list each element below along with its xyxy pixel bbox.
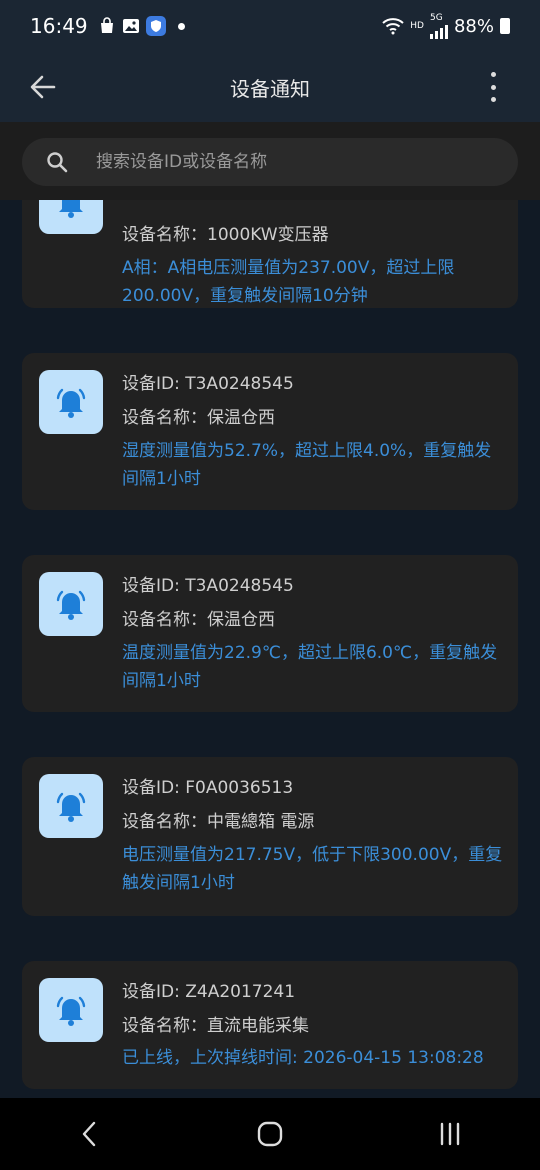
nav-back-icon <box>82 1121 96 1147</box>
alert-tile <box>39 200 103 234</box>
status-time: 16:49 <box>30 14 88 38</box>
nav-recents-icon <box>440 1122 460 1146</box>
alert-tile <box>39 370 103 434</box>
system-nav-bar <box>0 1098 540 1170</box>
bell-icon <box>56 996 86 1026</box>
device-id: 设备ID: T3A0248545 <box>122 374 294 394</box>
notification-card[interactable]: 设备ID: T3A0248545 设备名称：保温仓西 温度测量值为22.9℃，超… <box>22 555 518 712</box>
nav-home-button[interactable] <box>240 1104 300 1164</box>
arrow-left-icon <box>30 75 56 99</box>
notification-message: 温度测量值为22.9℃，超过上限6.0℃，重复触发间隔1小时 <box>122 643 498 691</box>
device-name: 设备名称：保温仓西 <box>122 610 275 630</box>
network-label: 5G <box>429 12 443 23</box>
bell-icon <box>59 200 83 218</box>
nav-recents-button[interactable] <box>420 1104 480 1164</box>
device-name: 设备名称：直流电能采集 <box>122 1016 309 1036</box>
status-bar: 16:49 HD 5G 88% <box>0 0 540 52</box>
bell-icon <box>56 792 86 822</box>
status-notification-icons <box>98 16 185 36</box>
device-id: 设备ID: T3A0248545 <box>122 576 294 596</box>
search-bar-container <box>0 122 540 200</box>
notification-message: 湿度测量值为52.7%，超过上限4.0%，重复触发间隔1小时 <box>122 441 492 489</box>
search-input[interactable] <box>94 151 518 173</box>
battery-percent: 88% <box>453 15 494 37</box>
status-system-icons: HD 5G 88% <box>382 12 510 39</box>
gallery-icon <box>122 19 139 33</box>
wifi-icon <box>382 18 404 35</box>
search-icon <box>47 152 68 173</box>
bell-icon <box>56 590 86 620</box>
bell-icon <box>56 388 86 418</box>
battery-icon <box>500 18 510 34</box>
more-menu-button[interactable] <box>486 72 500 102</box>
signal-icon <box>429 23 448 39</box>
back-button[interactable] <box>26 70 60 104</box>
nav-home-icon <box>257 1121 283 1147</box>
alert-tile <box>39 572 103 636</box>
app-bar: 设备通知 <box>0 52 540 122</box>
notification-message: 已上线，上次掉线时间: 2026-04-15 13:08:28 <box>122 1048 484 1068</box>
notification-card[interactable]: 设备ID: Z4A2017241 设备名称：直流电能采集 已上线，上次掉线时间:… <box>22 961 518 1089</box>
network-indicator: 5G <box>429 12 448 39</box>
device-id: 设备ID: Z4A2017241 <box>122 982 296 1002</box>
device-name: 设备名称：1000KW变压器 <box>122 225 329 245</box>
notification-list[interactable]: 设备名称：1000KW变压器 A相：A相电压测量值为237.00V，超过上限20… <box>0 200 540 1098</box>
alert-tile <box>39 978 103 1042</box>
notification-dot-icon <box>177 22 185 30</box>
device-id: 设备ID: F0A0036513 <box>122 778 294 798</box>
security-app-icon <box>145 16 166 36</box>
alert-tile <box>39 774 103 838</box>
notification-message: 电压测量值为217.75V，低于下限300.00V，重复触发间隔1小时 <box>122 845 503 893</box>
notification-card[interactable]: 设备ID: F0A0036513 设备名称：中電總箱 電源 电压测量值为217.… <box>22 757 518 916</box>
device-name: 设备名称：中電總箱 電源 <box>122 812 315 832</box>
device-name: 设备名称：保温仓西 <box>122 408 275 428</box>
more-vertical-icon <box>490 72 496 77</box>
search-box[interactable] <box>22 138 518 186</box>
notification-card[interactable]: 设备名称：1000KW变压器 A相：A相电压测量值为237.00V，超过上限20… <box>22 200 518 308</box>
nav-back-button[interactable] <box>60 1104 120 1164</box>
page-title: 设备通知 <box>230 76 310 101</box>
notification-card[interactable]: 设备ID: T3A0248545 设备名称：保温仓西 湿度测量值为52.7%，超… <box>22 353 518 510</box>
notification-message: A相：A相电压测量值为237.00V，超过上限200.00V，重复触发间隔10分… <box>122 258 455 306</box>
shopping-bag-icon <box>100 17 113 33</box>
hd-label: HD <box>410 20 424 31</box>
